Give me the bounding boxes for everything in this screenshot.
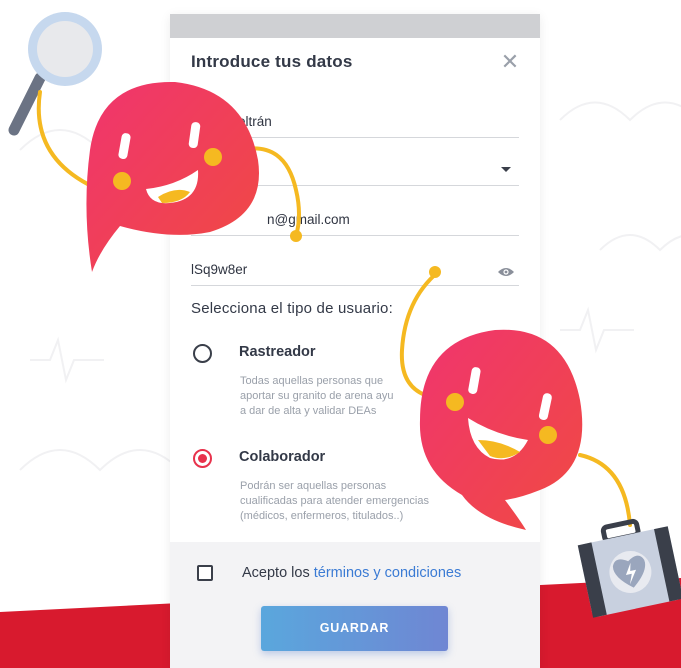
select-field[interactable] <box>191 156 519 186</box>
terms-text: Acepto los términos y condiciones <box>242 565 461 581</box>
dialog-title: Introduce tus datos <box>191 52 353 71</box>
save-button[interactable]: GUARDAR <box>261 606 448 651</box>
terms-link[interactable]: términos y condiciones <box>314 565 462 581</box>
user-type-title: Selecciona el tipo de usuario: <box>191 300 393 317</box>
close-icon[interactable]: ✕ <box>498 50 522 74</box>
name-value: Beltrán <box>229 114 272 129</box>
password-value: lSq9w8er <box>191 262 248 277</box>
radio-colaborador[interactable] <box>193 449 212 468</box>
registration-dialog: Introduce tus datos ✕ Beltrán n@gmail.co… <box>170 14 540 668</box>
email-value: n@gmail.com <box>267 212 350 227</box>
name-field[interactable]: Beltrán <box>191 108 519 138</box>
option-colaborador-label: Colaborador <box>239 449 326 465</box>
chevron-down-icon[interactable] <box>501 167 511 172</box>
option-rastreador-description: Todas aquellas personas que aportar su g… <box>240 375 394 417</box>
dialog-top-bar <box>170 14 540 38</box>
option-colaborador-description: Podrán ser aquellas personas cualificada… <box>240 480 429 522</box>
radio-rastreador[interactable] <box>193 344 212 363</box>
eye-icon[interactable] <box>497 266 515 278</box>
terms-prefix: Acepto los <box>242 565 314 581</box>
terms-checkbox[interactable] <box>197 565 213 581</box>
option-rastreador-label: Rastreador <box>239 344 316 360</box>
email-field[interactable]: n@gmail.com <box>191 206 519 236</box>
password-field[interactable]: lSq9w8er <box>191 256 519 286</box>
